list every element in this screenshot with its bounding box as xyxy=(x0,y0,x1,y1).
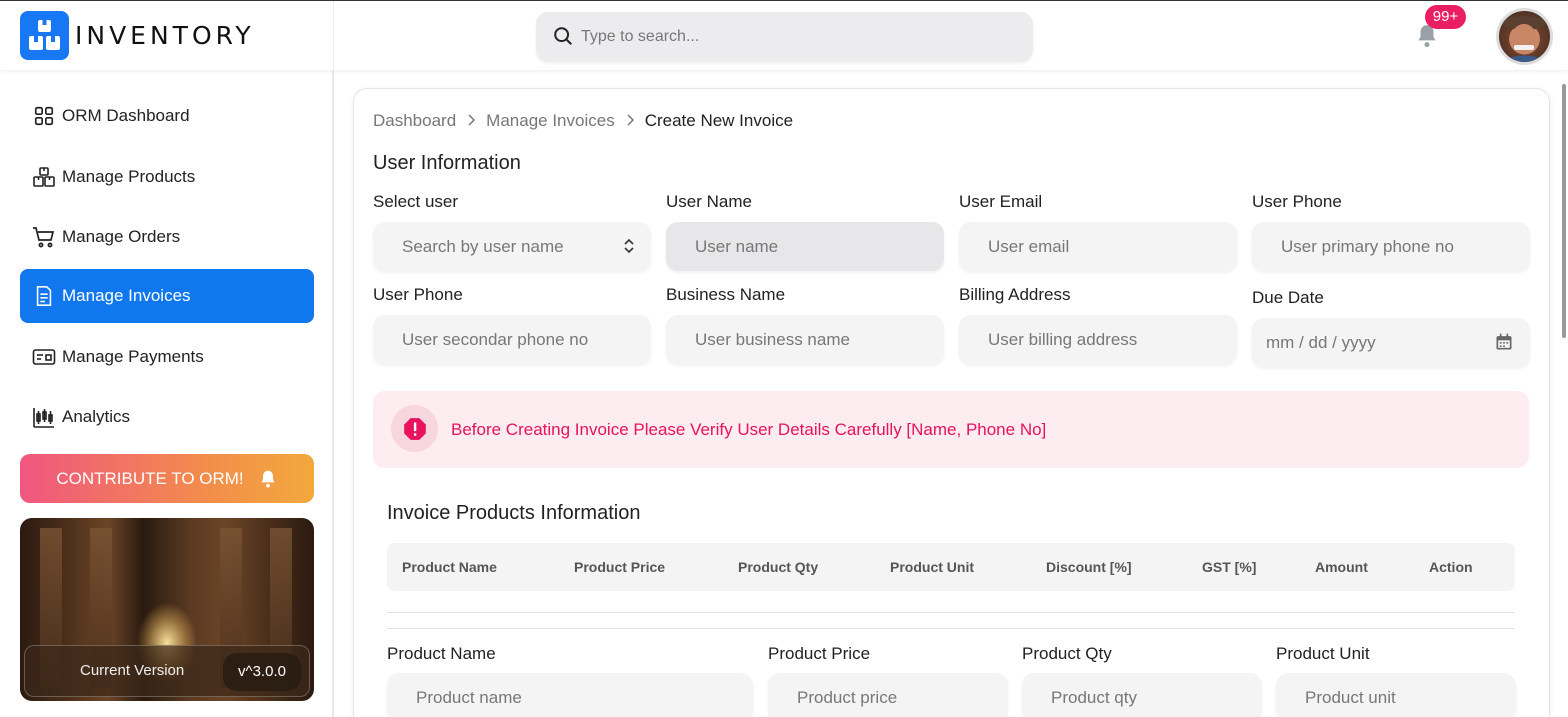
cart-icon xyxy=(32,225,56,249)
due-date-input[interactable] xyxy=(1252,318,1530,367)
billing-address-field[interactable] xyxy=(959,315,1237,364)
sidebar-item-analytics[interactable]: Analytics xyxy=(20,390,314,444)
alert-text: Before Creating Invoice Please Verify Us… xyxy=(451,420,1047,439)
breadcrumb: Dashboard Manage Invoices Create New Inv… xyxy=(373,111,793,131)
version-label: Current Version xyxy=(80,662,185,679)
product-qty-field[interactable] xyxy=(1022,673,1262,717)
sidebar-item-label: Manage Orders xyxy=(62,227,181,246)
sidebar-item-manage-orders[interactable]: Manage Orders xyxy=(20,210,314,264)
invoice-icon xyxy=(32,284,56,308)
user-phone-field[interactable] xyxy=(1252,222,1530,271)
divider xyxy=(387,612,1515,613)
avatar[interactable] xyxy=(1496,8,1553,65)
product-qty-input[interactable] xyxy=(1022,673,1262,717)
analytics-icon xyxy=(32,405,56,429)
user-email-input[interactable] xyxy=(959,222,1237,271)
product-unit-label: Product Unit xyxy=(1276,644,1370,663)
contribute-label: CONTRIBUTE TO ORM! xyxy=(56,468,244,488)
select-user-label: Select user xyxy=(373,192,459,211)
sidebar-item-label: Manage Payments xyxy=(62,347,204,366)
search-icon xyxy=(554,27,572,45)
sidebar-item-manage-invoices[interactable]: Manage Invoices xyxy=(20,269,314,323)
column-header: Product Unit xyxy=(890,559,974,575)
sidebar-item-label: ORM Dashboard xyxy=(62,106,190,125)
column-header: Product Qty xyxy=(738,559,819,575)
breadcrumb-manage-invoices[interactable]: Manage Invoices xyxy=(486,111,615,131)
logo-icon[interactable] xyxy=(20,11,69,60)
breadcrumb-dashboard[interactable]: Dashboard xyxy=(373,111,456,131)
sidebar-item-label: Manage Invoices xyxy=(62,286,191,305)
business-name-label: Business Name xyxy=(666,285,786,304)
notification-badge: 99+ xyxy=(1425,5,1466,29)
scrollbar[interactable] xyxy=(1562,84,1566,338)
version-bar: Current Version v^3.0.0 xyxy=(24,645,310,697)
user-email-label: User Email xyxy=(959,192,1043,211)
billing-address-label: Billing Address xyxy=(959,285,1071,304)
product-name-field[interactable] xyxy=(387,673,753,717)
product-qty-label: Product Qty xyxy=(1022,644,1112,663)
column-header: Product Name xyxy=(402,559,497,575)
search-bar[interactable] xyxy=(536,12,1033,61)
contribute-button[interactable]: CONTRIBUTE TO ORM! xyxy=(20,454,314,503)
user-email-field[interactable] xyxy=(959,222,1237,271)
product-name-input[interactable] xyxy=(387,673,753,717)
payment-card-icon xyxy=(32,345,56,369)
divider xyxy=(387,628,1515,629)
chevron-right-icon xyxy=(625,111,635,131)
column-header: Discount [%] xyxy=(1046,559,1132,575)
column-header: Action xyxy=(1429,559,1473,575)
business-name-input[interactable] xyxy=(666,315,944,364)
business-name-field[interactable] xyxy=(666,315,944,364)
user-phone-input[interactable] xyxy=(1252,222,1530,271)
product-unit-field[interactable] xyxy=(1276,673,1516,717)
products-title: Invoice Products Information xyxy=(387,502,641,524)
billing-address-input[interactable] xyxy=(959,315,1237,364)
search-input[interactable] xyxy=(581,12,1011,61)
column-header: Amount xyxy=(1315,559,1368,575)
product-price-field[interactable] xyxy=(768,673,1008,717)
column-header: Product Price xyxy=(574,559,666,575)
product-name-label: Product Name xyxy=(387,644,496,663)
user-name-label: User Name xyxy=(666,192,752,211)
alert-icon xyxy=(391,405,438,452)
user-phone-secondary-field[interactable] xyxy=(373,315,651,364)
sidebar-item-manage-products[interactable]: Manage Products xyxy=(20,150,314,204)
calendar-icon[interactable] xyxy=(1494,332,1514,352)
column-header: GST [%] xyxy=(1202,559,1257,575)
product-price-input[interactable] xyxy=(768,673,1008,717)
products-table-header: Product Name Product Price Product Qty P… xyxy=(387,543,1515,591)
user-name-input[interactable] xyxy=(666,222,944,271)
product-price-label: Product Price xyxy=(768,644,871,663)
select-user-input[interactable] xyxy=(373,222,651,271)
user-name-field[interactable] xyxy=(666,222,944,271)
logo-text: INVENTORY xyxy=(75,21,255,50)
user-info-title: User Information xyxy=(373,152,521,174)
select-user-field[interactable] xyxy=(373,222,651,271)
chevron-right-icon xyxy=(466,111,476,131)
header-divider xyxy=(333,1,334,71)
sidebar-item-manage-payments[interactable]: Manage Payments xyxy=(20,330,314,384)
version-value: v^3.0.0 xyxy=(223,653,301,691)
sidebar-item-label: Analytics xyxy=(62,407,131,426)
due-date-field[interactable] xyxy=(1252,318,1530,367)
version-card: Current Version v^3.0.0 xyxy=(20,518,314,701)
sidebar-item-orm-dashboard[interactable]: ORM Dashboard xyxy=(20,89,314,143)
verify-alert: Before Creating Invoice Please Verify Us… xyxy=(373,391,1529,468)
bell-icon xyxy=(260,470,275,488)
product-unit-input[interactable] xyxy=(1276,673,1516,717)
boxes-icon xyxy=(32,165,56,189)
sort-chevrons-icon xyxy=(624,238,634,254)
user-phone-secondary-input[interactable] xyxy=(373,315,651,364)
due-date-label: Due Date xyxy=(1252,288,1324,307)
grid-icon xyxy=(32,104,56,128)
breadcrumb-current: Create New Invoice xyxy=(644,111,794,130)
sidebar-item-label: Manage Products xyxy=(62,167,196,186)
user-phone-secondary-label: User Phone xyxy=(373,285,463,304)
sidebar: ORM Dashboard Manage Products Manage Ord… xyxy=(0,70,334,717)
top-header: INVENTORY 99+ xyxy=(0,0,1568,71)
user-phone-label: User Phone xyxy=(1252,192,1342,211)
